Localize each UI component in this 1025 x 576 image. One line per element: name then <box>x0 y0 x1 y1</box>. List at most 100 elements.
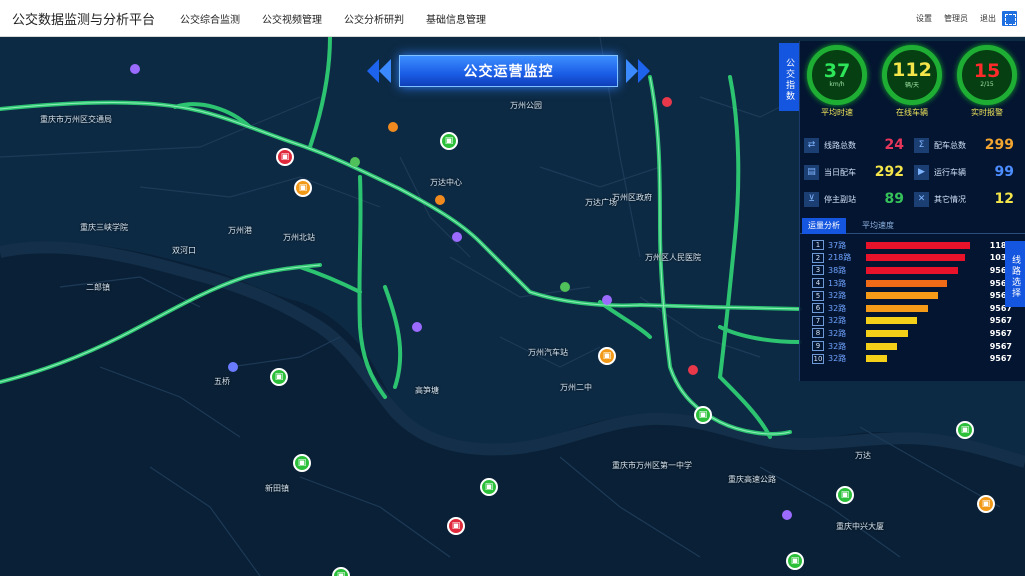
ranking-row[interactable]: 10 32路 9567 <box>812 352 1012 365</box>
map-label: 高笋塘 <box>415 386 439 395</box>
gauge-ring: 112 辆/天 <box>882 45 942 105</box>
top-bar: 公交数据监测与分析平台 公交综合监测 公交视频管理 公交分析研判 基础信息管理 … <box>0 0 1025 37</box>
map-label: 重庆高速公路 <box>728 475 776 484</box>
bus-icon[interactable]: ▣ <box>786 552 804 570</box>
nav-video-management[interactable]: 公交视频管理 <box>262 11 322 26</box>
volume-bar <box>866 304 929 312</box>
map-label: 万州港 <box>228 226 252 235</box>
gauge-value: 112 <box>892 59 932 81</box>
admin-link[interactable]: 管理员 <box>944 13 968 24</box>
map-label: 万州北站 <box>283 233 315 242</box>
bar-track <box>866 254 970 262</box>
bus-icon[interactable]: ▣ <box>447 517 465 535</box>
rank-number: 8 <box>812 328 824 339</box>
ranking-row[interactable]: 1 37路 1186 <box>812 239 1012 252</box>
stat-stations: ⊻ 停主副站 89 <box>804 189 913 209</box>
nav-basic-info[interactable]: 基础信息管理 <box>426 11 486 26</box>
bus-icon[interactable]: ▣ <box>977 495 995 513</box>
tab-volume-analysis[interactable]: 运量分析 <box>802 218 846 234</box>
ranking-row[interactable]: 4 13路 9567 <box>812 277 1012 290</box>
poi-icon <box>602 295 612 305</box>
bus-index-tab[interactable]: 公交指数 <box>779 43 799 111</box>
stat-label: 停主副站 <box>824 194 856 204</box>
bus-icon[interactable]: ▣ <box>294 179 312 197</box>
map-label: 五桥 <box>214 377 230 386</box>
online-vehicles-gauge: 112 辆/天 在线车辆 <box>879 45 945 118</box>
nav-analysis[interactable]: 公交分析研判 <box>344 11 404 26</box>
bus-icon[interactable]: ▣ <box>480 478 498 496</box>
chevron-left-icon <box>379 59 391 83</box>
stat-value: 292 <box>874 164 904 180</box>
volume-bar <box>866 292 938 300</box>
poi-icon <box>388 122 398 132</box>
volume-bar <box>866 254 965 262</box>
bus-icon[interactable]: ▣ <box>694 406 712 424</box>
stat-label: 运行车辆 <box>934 167 966 177</box>
tab-average-speed[interactable]: 平均速度 <box>856 218 900 234</box>
stat-label: 线路总数 <box>824 140 856 150</box>
stat-value: 12 <box>994 191 1014 207</box>
rank-number: 6 <box>812 303 824 314</box>
ranking-row[interactable]: 2 218路 1034 <box>812 252 1012 265</box>
bar-track <box>866 241 970 249</box>
volume-bar <box>866 317 917 325</box>
map-label: 万达中心 <box>430 178 462 187</box>
bar-track <box>866 292 970 300</box>
fullscreen-icon[interactable] <box>1002 11 1017 26</box>
bus-icon: ▤ <box>804 164 819 180</box>
bus-icon[interactable]: ▣ <box>293 454 311 472</box>
ranking-row[interactable]: 5 32路 9567 <box>812 289 1012 302</box>
stat-value: 99 <box>994 164 1014 180</box>
volume-bar <box>866 342 898 350</box>
poi-icon <box>560 282 570 292</box>
bus-icon[interactable]: ▣ <box>270 368 288 386</box>
settings-link[interactable]: 设置 <box>916 13 932 24</box>
bus-icon[interactable]: ▣ <box>598 347 616 365</box>
gauge-label: 实时报警 <box>971 108 1003 117</box>
ranking-row[interactable]: 8 32路 9567 <box>812 327 1012 340</box>
poi-icon <box>662 97 672 107</box>
top-right-tools: 设置 管理员 退出 <box>904 0 1017 37</box>
stat-other: ✕ 其它情况 12 <box>914 189 1023 209</box>
route-name: 32路 <box>828 341 847 351</box>
poi-icon <box>435 195 445 205</box>
route-select-tab[interactable]: 线路选择 <box>1005 241 1025 307</box>
gauge-group: 37 km/h 平均时速 112 辆/天 在线车辆 15 2/15 实时报警 <box>800 41 1025 129</box>
poi-icon <box>350 157 360 167</box>
chevron-left-icon <box>367 59 379 83</box>
bar-track <box>866 342 970 350</box>
gauge-unit: km/h <box>829 81 845 88</box>
bus-icon[interactable]: ▣ <box>440 132 458 150</box>
tools-icon: ✕ <box>914 191 929 207</box>
map-label: 万州区政府 <box>612 193 652 202</box>
bus-icon[interactable]: ▣ <box>956 421 974 439</box>
map-label: 重庆中兴大厦 <box>836 522 884 531</box>
stat-label: 当日配车 <box>824 167 856 177</box>
rank-number: 9 <box>812 341 824 352</box>
bar-track <box>866 317 970 325</box>
poi-icon <box>130 64 140 74</box>
ranking-row[interactable]: 3 38路 9567 <box>812 264 1012 277</box>
map-label: 万州汽车站 <box>528 348 568 357</box>
ranking-row[interactable]: 7 32路 9567 <box>812 315 1012 328</box>
bus-icon[interactable]: ▣ <box>276 148 294 166</box>
route-name: 32路 <box>828 328 847 338</box>
analysis-tabs: 运量分析 平均速度 <box>800 218 1025 234</box>
gauge-unit: 辆/天 <box>904 82 920 89</box>
volume-value: 9567 <box>989 316 1012 326</box>
stat-daily-vehicles: ▤ 当日配车 292 <box>804 162 913 182</box>
route-ranking-list: 1 37路 1186 2 218路 1034 3 38路 9567 4 13路 9567 5 32路 956… <box>812 239 1012 365</box>
map-label: 万州二中 <box>560 383 592 392</box>
bus-icon[interactable]: ▣ <box>836 486 854 504</box>
poi-icon <box>782 510 792 520</box>
volume-bar <box>866 355 887 363</box>
nav-integrated-monitoring[interactable]: 公交综合监测 <box>180 11 240 26</box>
map-label: 万达广场 <box>585 198 617 207</box>
logout-link[interactable]: 退出 <box>980 13 996 24</box>
volume-value: 9567 <box>989 354 1012 364</box>
ranking-row[interactable]: 6 32路 9567 <box>812 302 1012 315</box>
ranking-row[interactable]: 9 32路 9567 <box>812 340 1012 353</box>
volume-value: 9567 <box>989 341 1012 351</box>
rank-number: 1 <box>812 240 824 251</box>
bar-track <box>866 304 970 312</box>
